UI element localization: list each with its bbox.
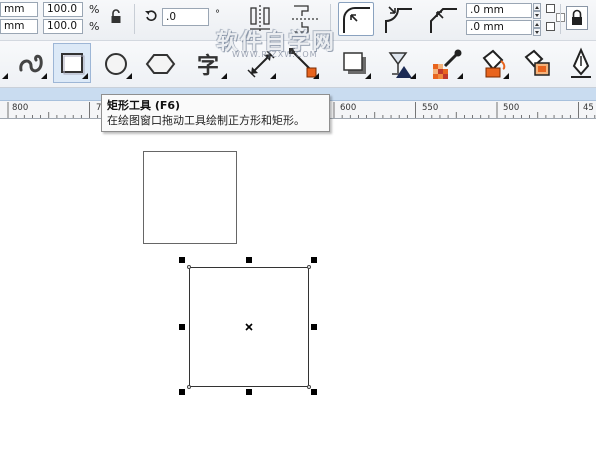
- selection-handle-top[interactable]: [246, 257, 252, 263]
- rectangle-tool-button[interactable]: [53, 43, 91, 83]
- corner-top-spin-up[interactable]: [533, 3, 541, 11]
- chamfered-corner-button[interactable]: [425, 2, 461, 36]
- lock-ratio-button[interactable]: [108, 8, 124, 26]
- corner-node[interactable]: [187, 385, 191, 389]
- flyout-arrow: [410, 73, 416, 79]
- selection-handle-top-right[interactable]: [311, 257, 317, 263]
- rotate-icon: [144, 9, 158, 23]
- selection-handle-right[interactable]: [311, 324, 317, 330]
- site-watermark-url: WWW.RJZXW.COM: [232, 50, 318, 59]
- pen-nib-icon: [571, 47, 591, 78]
- corner-top-left-toggle[interactable]: [546, 4, 555, 13]
- selection-handle-top-left[interactable]: [179, 257, 185, 263]
- flyout-arrow: [82, 73, 88, 79]
- flyout-arrow: [503, 73, 509, 79]
- separator: [560, 4, 561, 34]
- dropshadow-tool-button[interactable]: [336, 43, 374, 83]
- lock-icon: [111, 9, 121, 23]
- center-x-icon: [245, 323, 253, 331]
- corner-bottom-spin-down[interactable]: [533, 28, 541, 36]
- scale-x-unit: %: [89, 3, 100, 16]
- fill-tool-button[interactable]: [474, 43, 512, 83]
- flyout-arrow: [270, 73, 276, 79]
- svg-text:字: 字: [197, 53, 219, 79]
- drawing-canvas[interactable]: [0, 119, 596, 471]
- corner-node[interactable]: [307, 265, 311, 269]
- flyout-arrow: [457, 73, 463, 79]
- polygon-tool-button[interactable]: [141, 43, 179, 83]
- polygon-icon: [145, 54, 176, 74]
- x-position-field[interactable]: mm: [0, 2, 38, 17]
- scale-x-field[interactable]: 100.0: [43, 2, 83, 17]
- transparency-tool-button[interactable]: [381, 43, 419, 83]
- corner-bottom-left-toggle[interactable]: [546, 22, 555, 31]
- ruler-label: 600: [340, 103, 357, 113]
- smart-fill-icon: [524, 49, 550, 76]
- tooltip-title: 矩形工具 (F6): [107, 99, 181, 112]
- ruler-label: 500: [503, 103, 520, 113]
- flyout-arrow: [126, 73, 132, 79]
- flyout-arrow: [41, 73, 47, 79]
- corner-top-spin-down[interactable]: [533, 11, 541, 19]
- corner-radius-top-field[interactable]: .0 mm: [466, 3, 532, 18]
- flyout-arrow: [221, 73, 227, 79]
- tooltip-description: 在绘图窗口拖动工具绘制正方形和矩形。: [107, 114, 305, 127]
- rectangle-tool-tooltip: 矩形工具 (F6) 在绘图窗口拖动工具绘制正方形和矩形。: [101, 94, 330, 132]
- rotation-angle-field[interactable]: .0: [162, 8, 209, 26]
- scalloped-corner-button[interactable]: [380, 2, 416, 36]
- flyout-arrow: [2, 73, 8, 79]
- y-position-field[interactable]: mm: [0, 19, 38, 34]
- flyout-arrow: [365, 73, 371, 79]
- ruler-label: 550: [422, 103, 439, 113]
- selection-handle-bottom-right[interactable]: [311, 389, 317, 395]
- ruler-label: 800: [12, 103, 29, 113]
- freehand-tool-button[interactable]: [12, 43, 50, 83]
- rotation-center-mark[interactable]: [244, 322, 254, 332]
- corner-radius-bottom-field[interactable]: .0 mm: [466, 20, 532, 35]
- scale-y-unit: %: [89, 20, 100, 33]
- ruler-label: 45: [583, 103, 594, 113]
- round-corner-icon: [343, 7, 370, 33]
- selection-handle-bottom-left[interactable]: [179, 389, 185, 395]
- lock-icon: [572, 9, 582, 25]
- corner-bottom-spin-up[interactable]: [533, 20, 541, 28]
- eyedropper-tool-button[interactable]: [428, 43, 466, 83]
- round-corner-button[interactable]: [338, 2, 374, 36]
- separator: [134, 4, 135, 34]
- corner-node[interactable]: [187, 265, 191, 269]
- rectangle-object[interactable]: [143, 151, 237, 244]
- degree-unit: °: [215, 9, 220, 20]
- corner-lock-button[interactable]: [566, 6, 588, 30]
- smart-fill-tool-button[interactable]: [518, 43, 556, 83]
- outline-pen-tool-button[interactable]: [564, 43, 596, 83]
- selection-handle-bottom[interactable]: [246, 389, 252, 395]
- selection-handle-left[interactable]: [179, 324, 185, 330]
- ellipse-tool-button[interactable]: [97, 43, 135, 83]
- scalloped-corner-icon: [385, 6, 412, 33]
- chamfered-corner-icon: [430, 8, 457, 33]
- scale-y-field[interactable]: 100.0: [43, 19, 83, 34]
- flyout-arrow: [313, 73, 319, 79]
